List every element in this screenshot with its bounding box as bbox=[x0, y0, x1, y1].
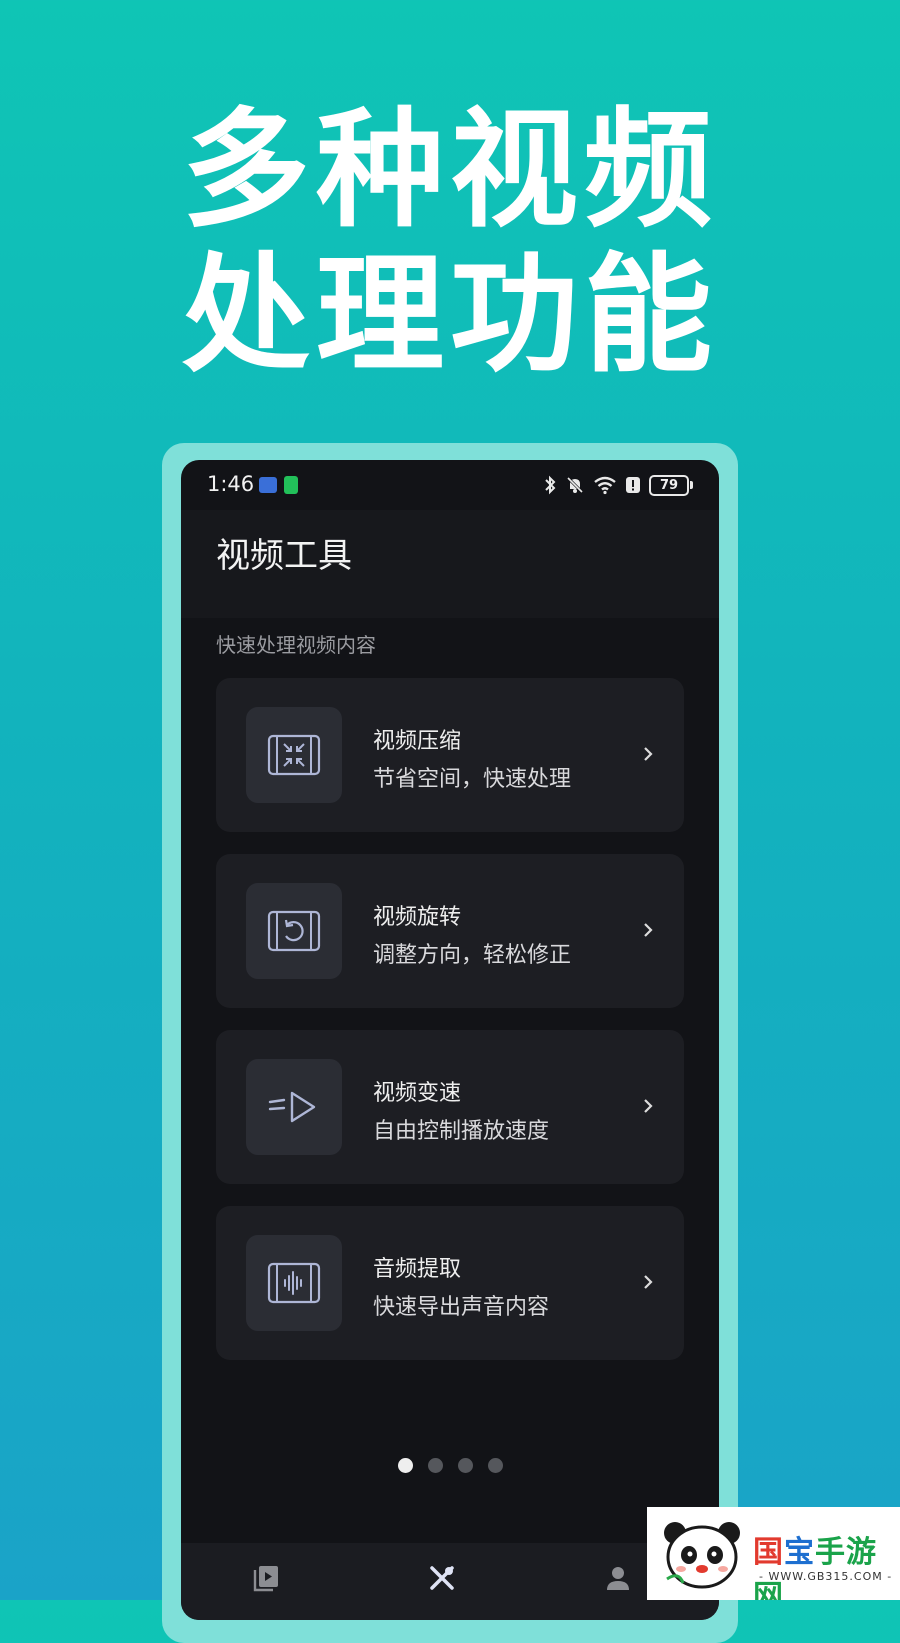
page-dot[interactable] bbox=[487, 1458, 503, 1473]
tool-description: 调整方向，轻松修正 bbox=[373, 943, 572, 968]
profile-icon[interactable] bbox=[603, 1563, 633, 1593]
page-dot[interactable] bbox=[457, 1458, 473, 1473]
rotate-icon bbox=[246, 883, 342, 979]
speed-icon bbox=[246, 1059, 342, 1155]
page-title: 视频工具 bbox=[216, 536, 352, 576]
chevron-right-icon bbox=[644, 1099, 653, 1113]
video-library-icon[interactable] bbox=[251, 1563, 281, 1593]
alert-icon bbox=[626, 477, 640, 493]
tool-name: 视频变速 bbox=[373, 1081, 462, 1106]
bottom-nav bbox=[181, 1543, 719, 1620]
panda-logo-icon bbox=[664, 1522, 740, 1589]
tool-description: 快速导出声音内容 bbox=[373, 1295, 550, 1320]
status-time: 1:46 bbox=[207, 472, 255, 496]
tools-icon[interactable] bbox=[427, 1563, 457, 1593]
tool-name: 音频提取 bbox=[373, 1257, 462, 1282]
tool-name: 视频压缩 bbox=[373, 729, 462, 754]
audio-extract-icon bbox=[246, 1235, 342, 1331]
battery-level: 79 bbox=[649, 474, 689, 496]
watermark-title: 国宝手游网 bbox=[753, 1535, 877, 1600]
status-icons: 79 bbox=[543, 472, 693, 498]
watermark-logo: 国宝手游网 - WWW.GB315.COM - bbox=[647, 1507, 900, 1600]
page-dot[interactable] bbox=[397, 1458, 413, 1473]
chevron-right-icon bbox=[644, 923, 653, 937]
tool-card-compress[interactable]: 视频压缩 节省空间，快速处理 bbox=[216, 678, 684, 832]
promo-headline-line-1: 多种视频 bbox=[181, 96, 718, 245]
section-subtitle: 快速处理视频内容 bbox=[216, 633, 376, 657]
chevron-right-icon bbox=[644, 747, 653, 761]
compress-icon bbox=[246, 707, 342, 803]
tool-description: 自由控制播放速度 bbox=[373, 1119, 550, 1144]
tool-name: 视频旋转 bbox=[373, 905, 462, 930]
chevron-right-icon bbox=[644, 1275, 653, 1289]
page-dot[interactable] bbox=[427, 1458, 443, 1473]
tool-card-speed[interactable]: 视频变速 自由控制播放速度 bbox=[216, 1030, 684, 1184]
mute-icon bbox=[566, 476, 584, 494]
battery-icon: 79 bbox=[649, 474, 693, 496]
battery-saver-icon bbox=[284, 476, 298, 494]
page-indicator bbox=[181, 1458, 719, 1473]
tool-card-audio-extract[interactable]: 音频提取 快速导出声音内容 bbox=[216, 1206, 684, 1360]
tool-description: 节省空间，快速处理 bbox=[373, 767, 572, 792]
phone-screen: 1:46 79 视频工具 快速处理视频内容 视频压缩 节省空间，快速处理 视频旋… bbox=[181, 460, 719, 1620]
status-bar: 1:46 79 bbox=[181, 460, 719, 510]
usb-icon bbox=[259, 477, 277, 493]
bluetooth-icon bbox=[545, 475, 556, 495]
promo-headline-line-2: 处理功能 bbox=[181, 241, 718, 390]
watermark-url: - WWW.GB315.COM - bbox=[759, 1570, 893, 1583]
tool-card-rotate[interactable]: 视频旋转 调整方向，轻松修正 bbox=[216, 854, 684, 1008]
wifi-icon bbox=[594, 476, 616, 495]
